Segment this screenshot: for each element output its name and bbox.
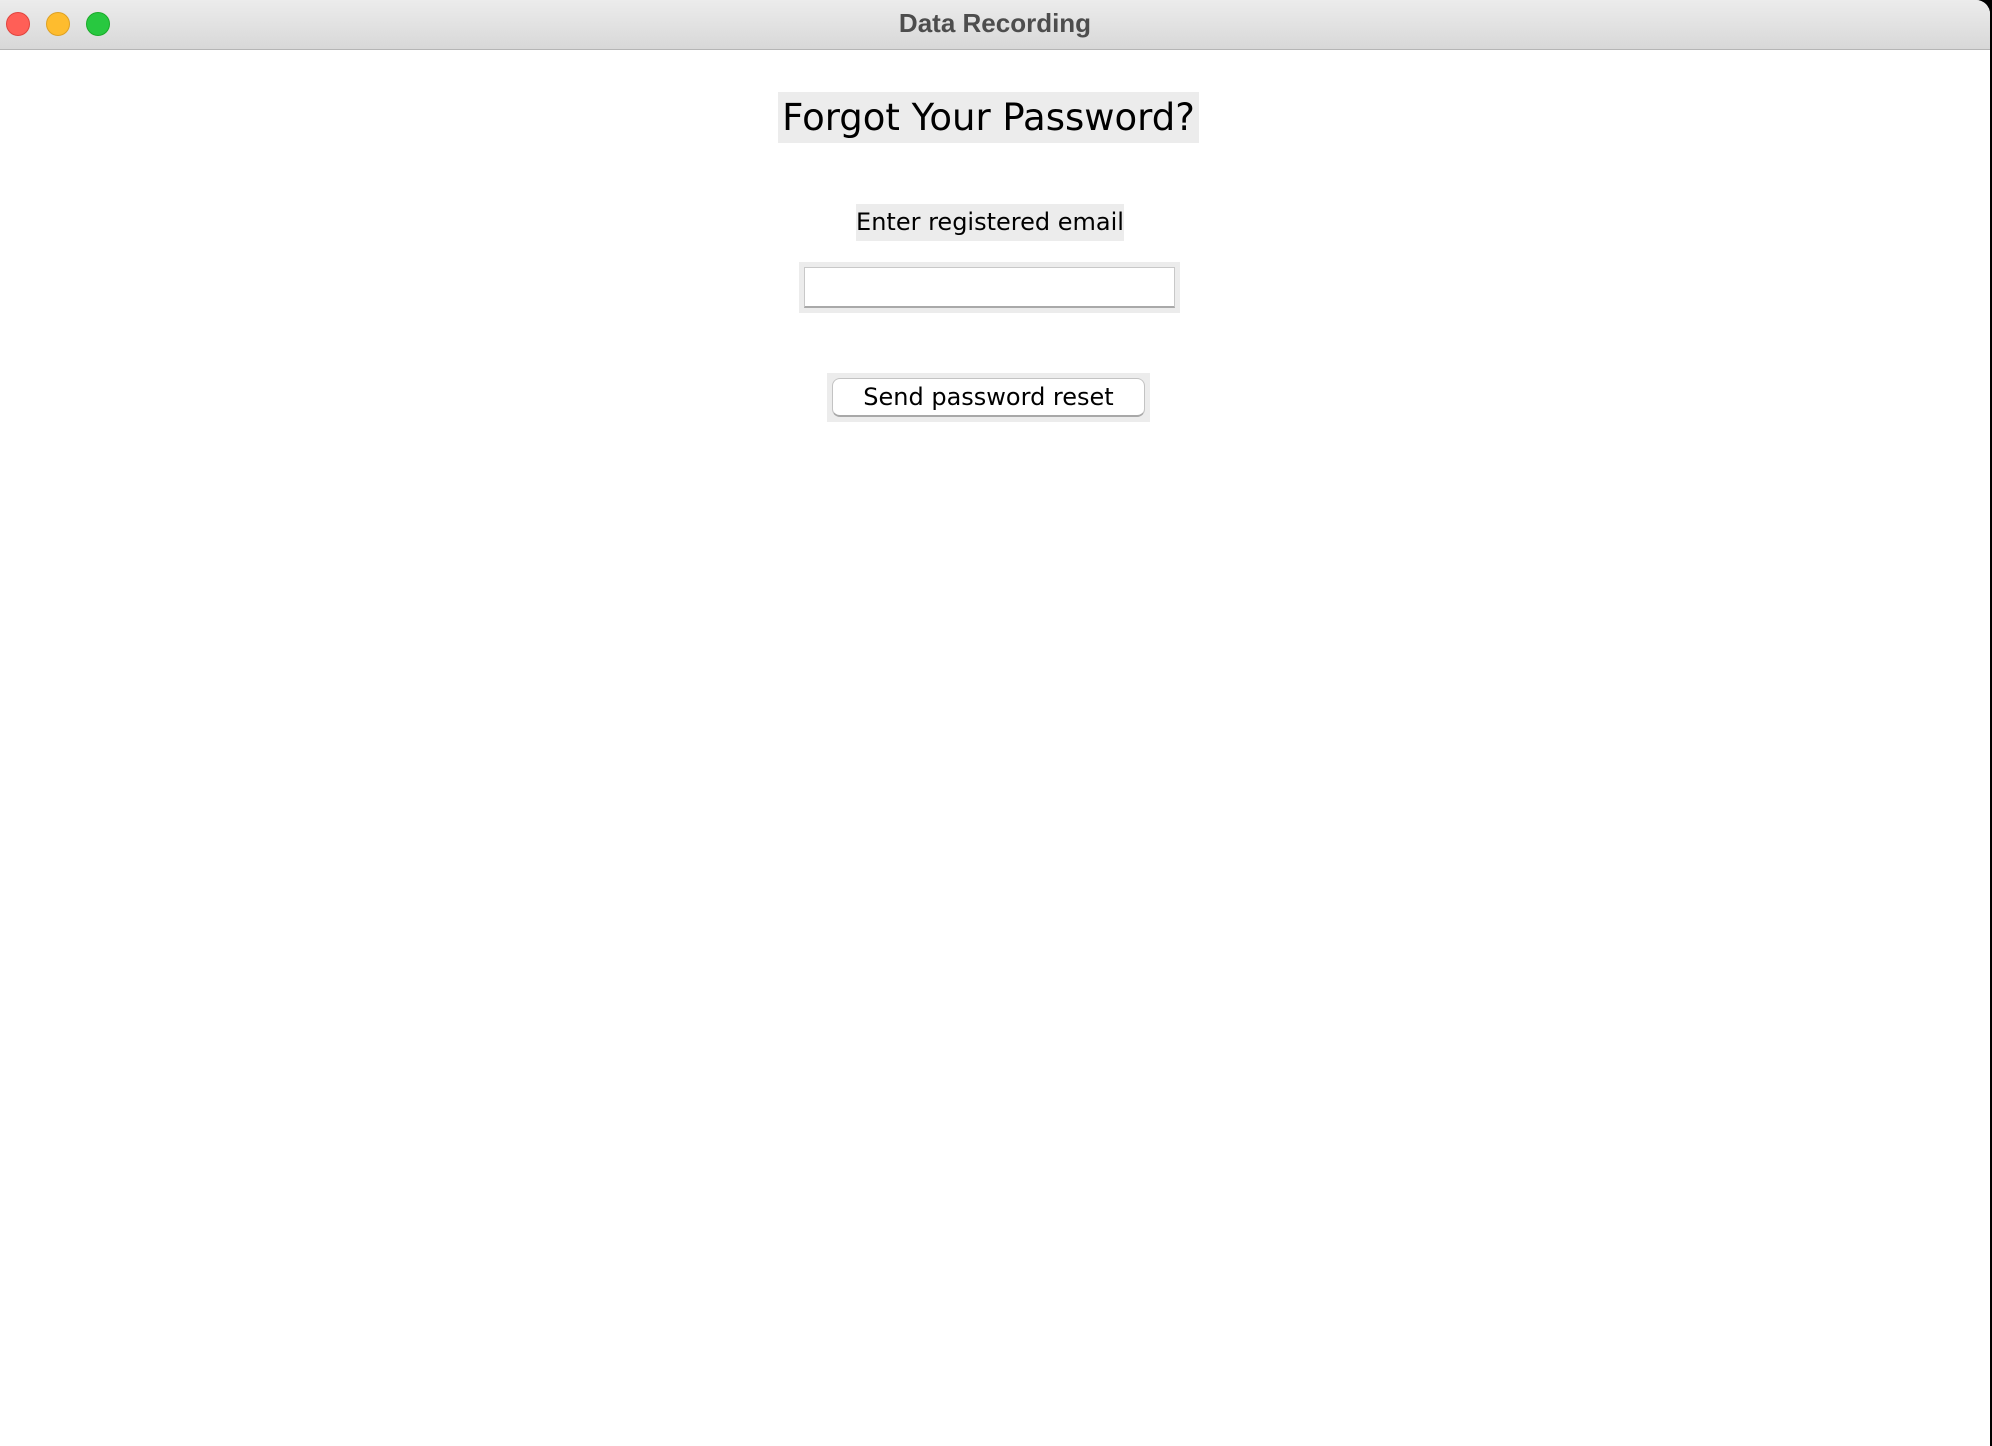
email-field[interactable] bbox=[804, 267, 1175, 308]
email-label: Enter registered email bbox=[856, 204, 1124, 241]
reset-button-frame: Send password reset bbox=[827, 373, 1150, 422]
page-title: Forgot Your Password? bbox=[778, 92, 1199, 143]
send-password-reset-button[interactable]: Send password reset bbox=[832, 378, 1145, 417]
email-field-frame bbox=[799, 262, 1180, 313]
window-title: Data Recording bbox=[898, 8, 1092, 38]
forgot-password-panel: Forgot Your Password? Enter registered e… bbox=[0, 51, 1990, 1446]
app-window: Data Recording Forgot Your Password? Ent… bbox=[0, 0, 1990, 1446]
title-bar[interactable]: Data Recording bbox=[0, 0, 1990, 50]
